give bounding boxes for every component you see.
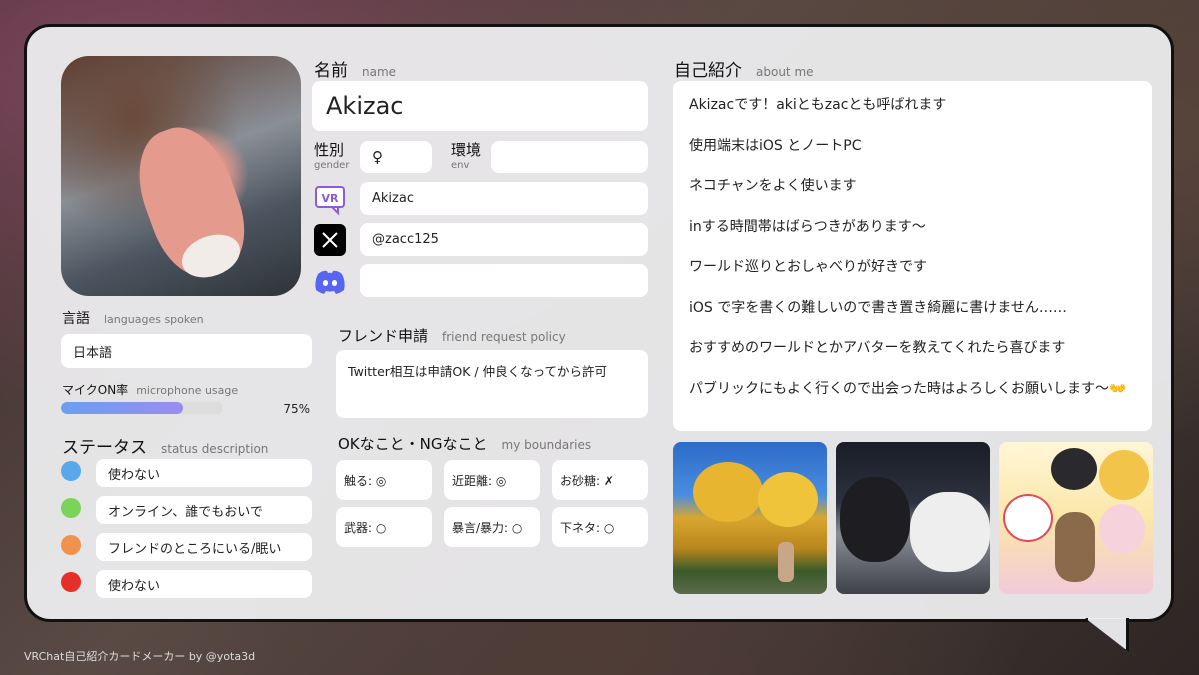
name-label: 名前 [314, 61, 348, 81]
status-field-red[interactable]: 使わない [96, 570, 312, 598]
mic-value: 75% [283, 402, 310, 416]
about-header: 自己紹介 about me [674, 56, 814, 81]
about-line: inする時間帯はばらつきがあります〜 [689, 218, 926, 235]
boundaries-label: OKなこと・NGなこと [338, 435, 488, 453]
about-line: 使用端末はiOS とノートPC [689, 137, 862, 154]
status-dot-red [61, 572, 81, 592]
languages-sub: languages spoken [104, 313, 204, 326]
name-sub: name [362, 65, 397, 79]
status-field-orange[interactable]: フレンドのところにいる/眠い [96, 533, 312, 561]
photo-thumbnail-characters[interactable] [999, 442, 1153, 594]
status-field-green[interactable]: オンライン、誰でもおいで [96, 496, 312, 524]
status-dot-orange [61, 535, 81, 555]
photo-thumbnail-world[interactable] [673, 442, 827, 594]
discord-field[interactable] [360, 264, 648, 297]
about-line: ネコチャンをよく使います [689, 178, 857, 194]
boundaries-sub: my boundaries [501, 438, 592, 452]
about-line: ワールド巡りとおしゃべりが好きです [689, 259, 927, 275]
about-text-box[interactable]: Akizacです！akiともzacとも呼ばれます 使用端末はiOS とノートPC… [673, 81, 1152, 431]
env-sub: env [451, 160, 470, 171]
status-header: ステータス status description [62, 433, 268, 458]
about-line: おすすめのワールドとかアバターを教えてくれたら喜びます [689, 340, 1066, 356]
status-dot-blue [61, 461, 81, 481]
boundary-item[interactable]: 下ネタ: ○ [552, 507, 648, 547]
friend-header: フレンド申請 friend request policy [338, 325, 566, 346]
about-line: Akizacです！akiともzacとも呼ばれます [689, 97, 947, 113]
boundary-item[interactable]: 触る: ◎ [336, 460, 432, 500]
mic-progress-fill [61, 402, 183, 414]
env-header: 環境 env [451, 143, 481, 173]
about-label: 自己紹介 [674, 61, 742, 81]
mic-progress-bar [61, 402, 223, 414]
discord-icon [313, 265, 347, 299]
photo-thumbnail-cats[interactable] [836, 442, 990, 594]
languages-label: 言語 [62, 311, 90, 327]
boundary-item[interactable]: 暴言/暴力: ○ [444, 507, 540, 547]
about-line: iOS で字を書くの難しいので書き置き綺麗に書けません…… [689, 299, 1067, 316]
x-icon [314, 224, 346, 256]
languages-field[interactable]: 日本語 [61, 334, 312, 368]
footer-credit: VRChat自己紹介カードメーカー by @yota3d [24, 650, 256, 663]
mic-sub: microphone usage [136, 384, 239, 397]
gender-header: 性別 gender [314, 143, 349, 173]
status-dot-green [61, 498, 81, 518]
gender-label: 性別 [314, 141, 345, 159]
x-field[interactable]: @zacc125 [360, 223, 648, 256]
gender-field[interactable]: ♀ [360, 141, 432, 173]
mic-label: マイクON率 [62, 383, 129, 397]
about-line: パブリックにもよく行くので出会った時はよろしくお願いします〜👐 [689, 380, 1127, 397]
languages-header: 言語 languages spoken [62, 308, 204, 328]
env-label: 環境 [451, 141, 482, 159]
vrchat-icon: VR [313, 183, 347, 217]
name-field[interactable]: Akizac [312, 81, 648, 131]
status-field-blue[interactable]: 使わない [96, 459, 312, 487]
svg-text:VR: VR [322, 192, 340, 205]
env-field[interactable] [491, 141, 648, 173]
mic-header: マイクON率 microphone usage [62, 379, 238, 398]
avatar-photo [61, 56, 301, 296]
boundary-item[interactable]: お砂糖: ✗ [552, 460, 648, 500]
friend-label: フレンド申請 [338, 327, 429, 345]
status-label: ステータス [62, 438, 147, 458]
name-header: 名前 name [314, 56, 396, 81]
about-sub: about me [756, 65, 814, 79]
boundary-item[interactable]: 武器: ○ [336, 507, 432, 547]
gender-sub: gender [314, 160, 350, 171]
boundary-item[interactable]: 近距離: ◎ [444, 460, 540, 500]
boundaries-header: OKなこと・NGなこと my boundaries [338, 433, 591, 454]
vrchat-field[interactable]: Akizac [360, 182, 648, 215]
friend-field[interactable]: Twitter相互は申請OK / 仲良くなってから許可 [336, 350, 648, 418]
friend-sub: friend request policy [442, 330, 566, 344]
status-sub: status description [161, 442, 269, 456]
